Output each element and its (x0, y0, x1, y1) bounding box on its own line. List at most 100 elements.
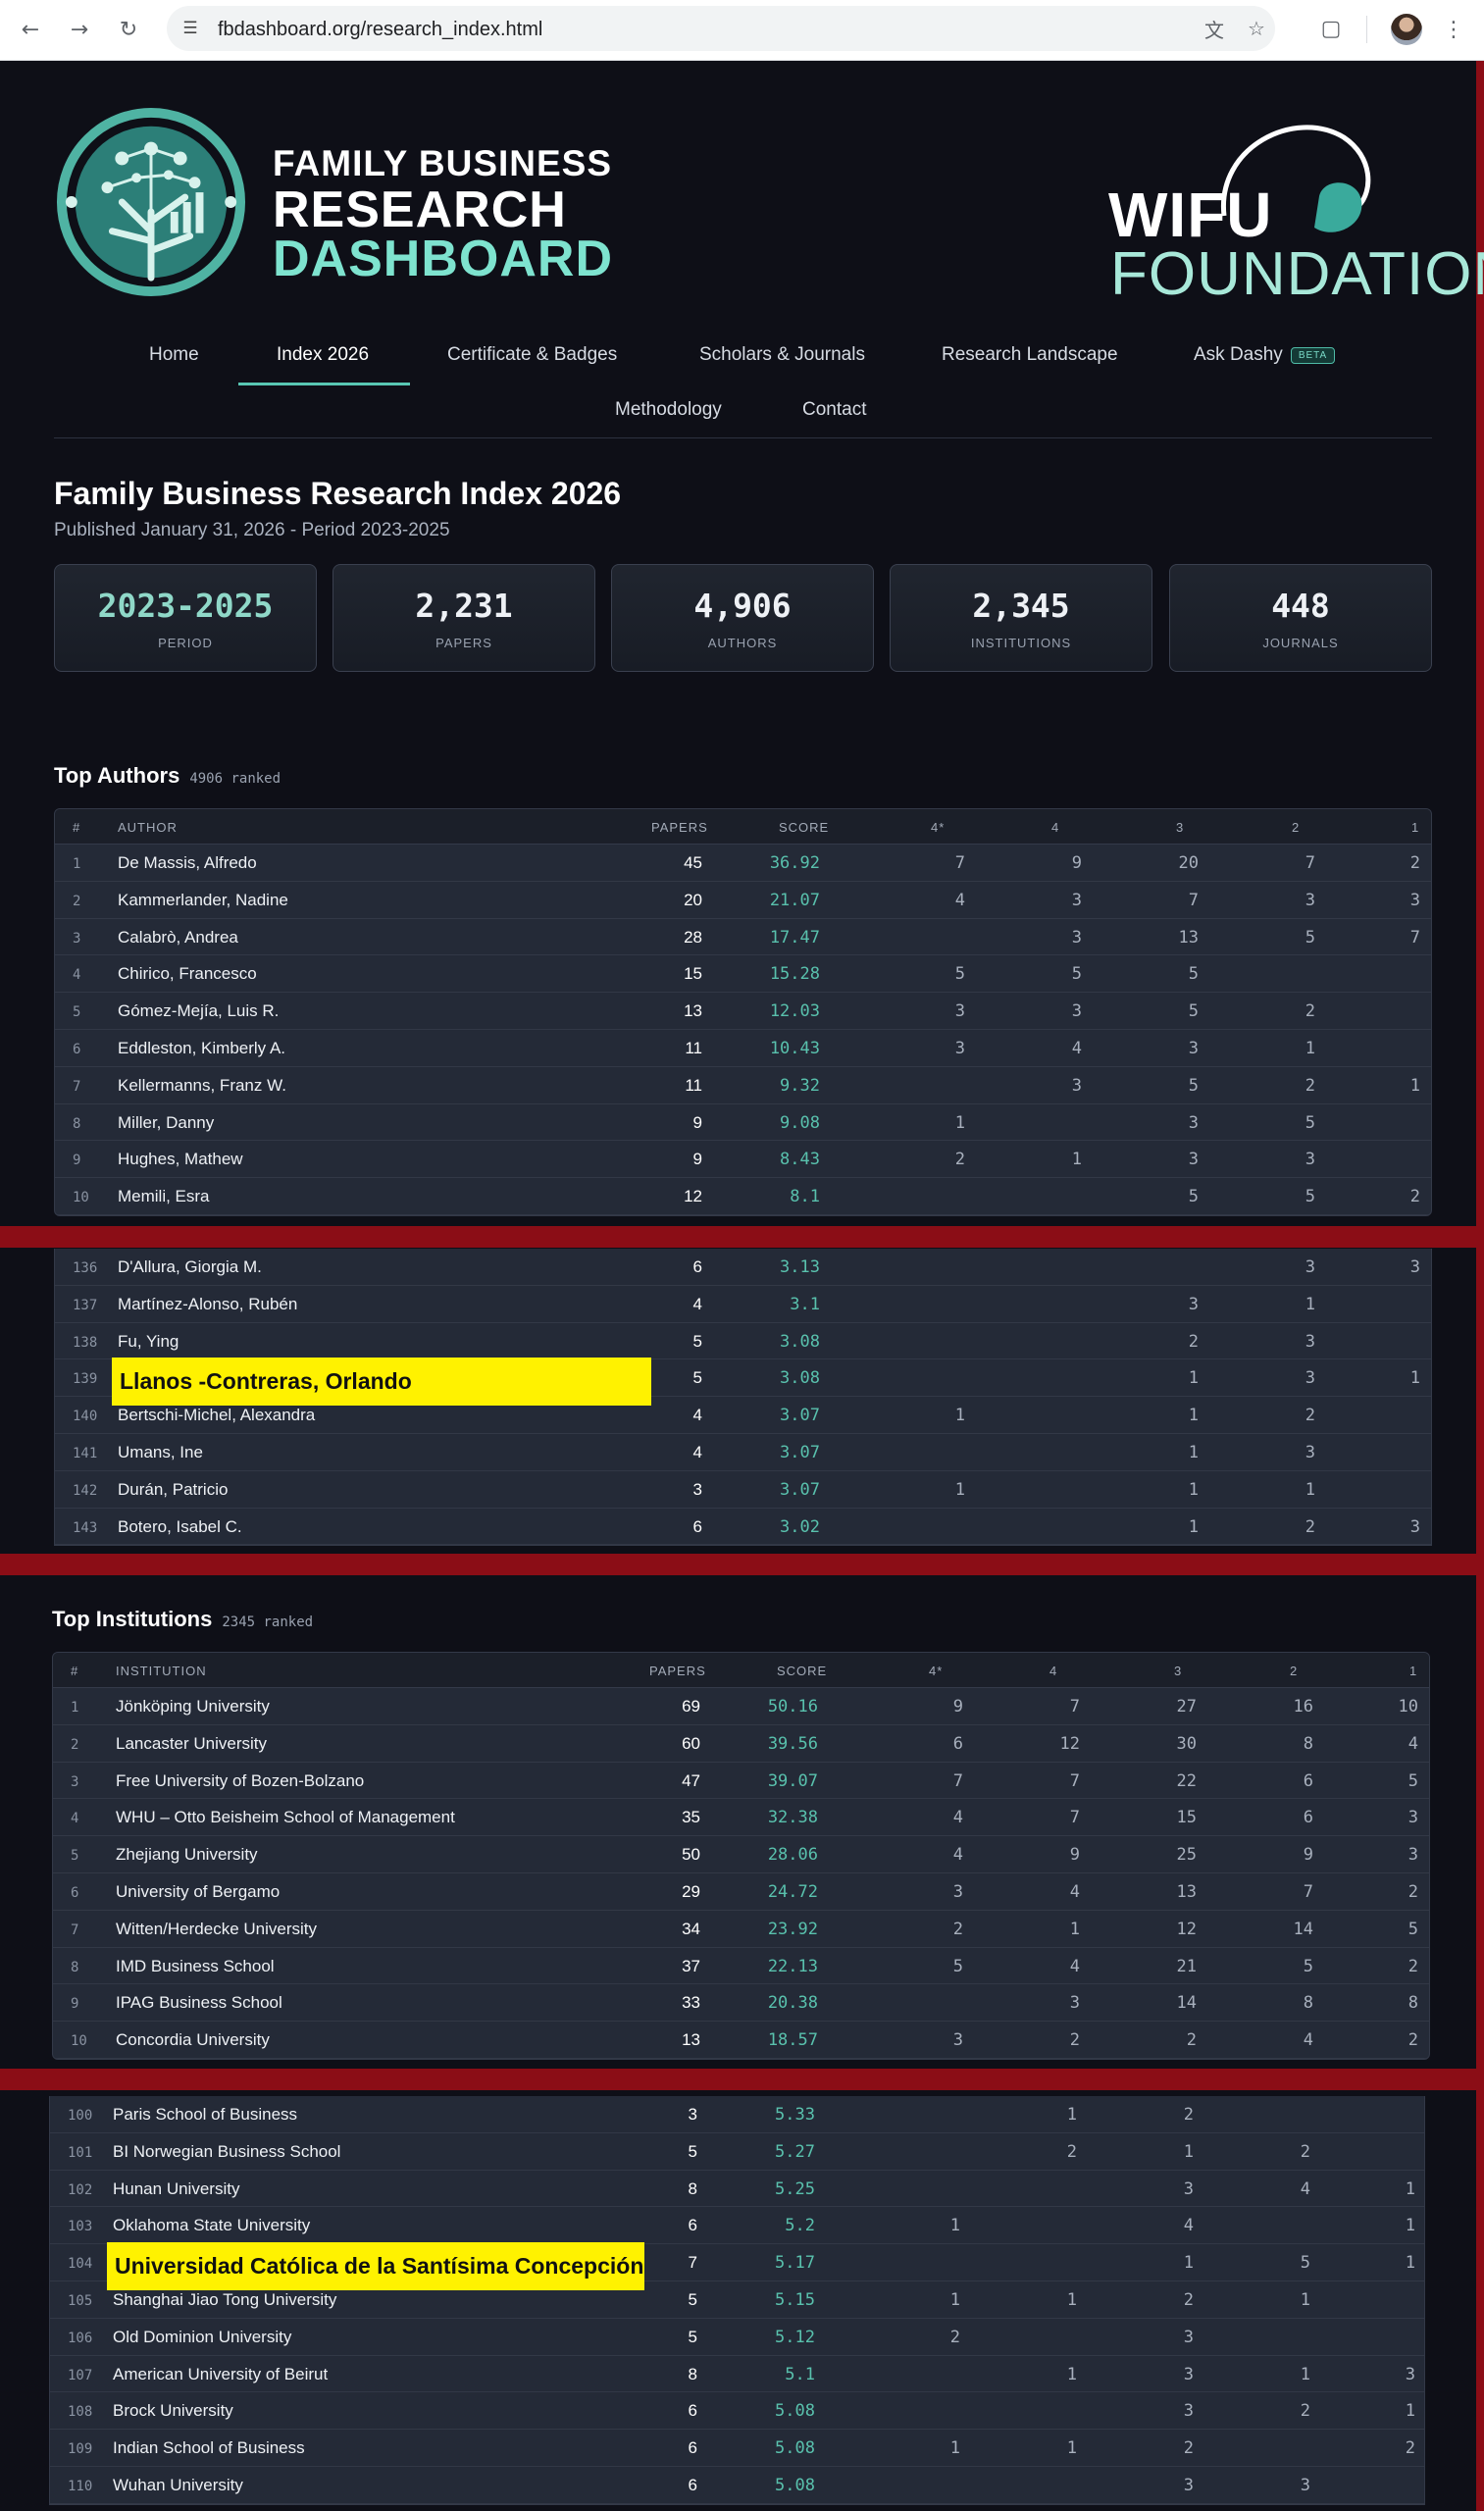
table-row[interactable]: 103 Oklahoma State University 6 5.2 1 4 1 (50, 2207, 1424, 2245)
nav-certificate-badges[interactable]: Certificate & Badges (447, 344, 617, 366)
column-header-tier-3[interactable]: 3 (1176, 820, 1184, 835)
cell-name[interactable]: Umans, Ine (118, 1443, 203, 1462)
cell-name[interactable]: Lancaster University (116, 1734, 267, 1754)
cell-name[interactable]: Gómez-Mejía, Luis R. (118, 1001, 279, 1021)
cell-name[interactable]: Old Dominion University (113, 2328, 291, 2347)
table-row[interactable]: 10 Memili, Esra 12 8.1 5 5 2 (55, 1178, 1431, 1215)
cell-name[interactable]: Wuhan University (113, 2476, 243, 2495)
cell-name[interactable]: Hunan University (113, 2179, 239, 2199)
url-text[interactable]: fbdashboard.org/research_index.html (218, 19, 542, 41)
site-settings-icon[interactable]: ☰ (179, 17, 202, 40)
table-row[interactable]: 9 Hughes, Mathew 9 8.43 2 1 3 3 (55, 1141, 1431, 1179)
nav-home[interactable]: Home (149, 344, 199, 366)
cell-name[interactable]: Memili, Esra (118, 1187, 210, 1206)
cell-name[interactable]: Kammerlander, Nadine (118, 891, 288, 910)
cell-name[interactable]: Eddleston, Kimberly A. (118, 1039, 285, 1058)
table-row[interactable]: 138 Fu, Ying 5 3.08 2 3 (55, 1323, 1431, 1360)
table-row[interactable]: 2 Lancaster University 60 39.56 6 12 30 8 4 (53, 1725, 1429, 1763)
table-row[interactable]: 106 Old Dominion University 5 5.12 2 3 (50, 2319, 1424, 2356)
table-row[interactable]: 136 D'Allura, Giorgia M. 6 3.13 3 3 (55, 1249, 1431, 1286)
cell-name[interactable]: Witten/Herdecke University (116, 1920, 317, 1939)
reload-icon[interactable]: ↻ (112, 13, 145, 46)
column-header-papers[interactable]: PAPERS (651, 820, 708, 835)
column-header-tier-3[interactable]: 3 (1174, 1664, 1182, 1678)
column-header-tier-2[interactable]: 2 (1292, 820, 1300, 835)
table-row[interactable]: 143 Botero, Isabel C. 6 3.02 1 2 3 (55, 1509, 1431, 1546)
bookmark-star-icon[interactable]: ☆ (1244, 16, 1269, 41)
column-header-score[interactable]: SCORE (779, 820, 829, 835)
table-row[interactable]: 3 Calabrò, Andrea 28 17.47 3 13 5 7 (55, 919, 1431, 956)
cell-name[interactable]: IMD Business School (116, 1957, 275, 1976)
column-header-tier-4star[interactable]: 4* (931, 820, 945, 835)
table-row[interactable]: 6 University of Bergamo 29 24.72 3 4 13 7 2 (53, 1873, 1429, 1911)
table-row[interactable]: 5 Zhejiang University 50 28.06 4 9 25 9 3 (53, 1836, 1429, 1873)
back-arrow-icon[interactable]: ← (14, 13, 47, 46)
table-row[interactable]: 8 Miller, Danny 9 9.08 1 3 5 (55, 1104, 1431, 1142)
more-menu-icon[interactable]: ⋮ (1442, 14, 1465, 45)
table-row[interactable]: 7 Witten/Herdecke University 34 23.92 2 1 12 14… (53, 1911, 1429, 1948)
table-row[interactable]: 9 IPAG Business School 33 20.38 3 14 8 8 (53, 1984, 1429, 2023)
table-row[interactable]: 140 Bertschi-Michel, Alexandra 4 3.07 1 1 2 (55, 1397, 1431, 1434)
column-header-tier-4star[interactable]: 4* (929, 1664, 943, 1678)
nav-index-2026[interactable]: Index 2026 (277, 344, 369, 366)
cell-name[interactable]: Paris School of Business (113, 2105, 297, 2125)
cell-name[interactable]: IPAG Business School (116, 1993, 282, 2013)
cell-name[interactable]: Shanghai Jiao Tong University (113, 2290, 336, 2310)
table-row[interactable]: 108 Brock University 6 5.08 3 2 1 (50, 2392, 1424, 2431)
cell-name[interactable]: American University of Beirut (113, 2365, 328, 2384)
table-row[interactable]: 142 Durán, Patricio 3 3.07 1 1 1 (55, 1471, 1431, 1509)
table-row[interactable]: 8 IMD Business School 37 22.13 5 4 21 5 2 (53, 1948, 1429, 1985)
cell-name[interactable]: Botero, Isabel C. (118, 1517, 242, 1537)
table-row[interactable]: 102 Hunan University 8 5.25 3 4 1 (50, 2171, 1424, 2208)
table-row[interactable]: 105 Shanghai Jiao Tong University 5 5.15 1 1 2… (50, 2281, 1424, 2319)
cell-name[interactable]: Chirico, Francesco (118, 964, 257, 984)
column-header-papers[interactable]: PAPERS (649, 1664, 706, 1678)
column-header-tier-2[interactable]: 2 (1290, 1664, 1298, 1678)
table-row[interactable]: 1 De Massis, Alfredo 45 36.92 7 9 20 7 2 (55, 845, 1431, 882)
column-header-tier-4[interactable]: 4 (1049, 1664, 1057, 1678)
profile-avatar[interactable] (1391, 14, 1422, 45)
cell-name[interactable]: Calabrò, Andrea (118, 928, 238, 948)
cell-name[interactable]: Bertschi-Michel, Alexandra (118, 1406, 315, 1425)
cell-name[interactable]: BI Norwegian Business School (113, 2142, 340, 2162)
table-row[interactable]: 107 American University of Beirut 8 5.1 1 3 1 3 (50, 2356, 1424, 2393)
cell-name[interactable]: WHU – Otto Beisheim School of Management (116, 1808, 455, 1827)
cell-name[interactable]: Concordia University (116, 2030, 270, 2050)
column-header-tier-4[interactable]: 4 (1051, 820, 1059, 835)
cell-name[interactable]: Miller, Danny (118, 1113, 214, 1133)
cell-name[interactable]: Free University of Bozen-Bolzano (116, 1771, 364, 1791)
cell-name[interactable]: Indian School of Business (113, 2438, 305, 2458)
cell-name[interactable]: Fu, Ying (118, 1332, 179, 1352)
table-row[interactable]: 139 Llanos -Contreras, Orlando 5 3.08 1 3 1 (55, 1358, 1431, 1407)
table-row[interactable]: 110 Wuhan University 6 5.08 3 3 (50, 2467, 1424, 2504)
table-row[interactable]: 137 Martínez-Alonso, Rubén 4 3.1 3 1 (55, 1286, 1431, 1323)
table-row[interactable]: 104 Universidad Católica de la Santísima … (50, 2242, 1424, 2291)
cell-name[interactable]: Kellermanns, Franz W. (118, 1076, 286, 1096)
wifu-foundation-logo[interactable]: WIFU FOUNDATION (1108, 108, 1484, 308)
column-header-tier-1[interactable]: 1 (1411, 820, 1419, 835)
cell-name[interactable]: Brock University (113, 2401, 233, 2421)
cell-name[interactable]: Zhejiang University (116, 1845, 258, 1865)
cell-name[interactable]: Jönköping University (116, 1697, 270, 1717)
table-row[interactable]: 1 Jönköping University 69 50.16 9 7 27 16 10 (53, 1688, 1429, 1725)
cell-name[interactable]: D'Allura, Giorgia M. (118, 1257, 262, 1277)
translate-icon[interactable]: 文 (1202, 16, 1227, 42)
cell-name[interactable]: Martínez-Alonso, Rubén (118, 1295, 297, 1314)
table-row[interactable]: 4 WHU – Otto Beisheim School of Managemen… (53, 1799, 1429, 1837)
column-header-rank[interactable]: # (73, 820, 80, 835)
cell-name[interactable]: University of Bergamo (116, 1882, 280, 1902)
nav-research-landscape[interactable]: Research Landscape (942, 344, 1118, 366)
nav-contact[interactable]: Contact (802, 399, 866, 421)
column-header-name[interactable]: AUTHOR (118, 820, 178, 835)
table-row[interactable]: 5 Gómez-Mejía, Luis R. 13 12.03 3 3 5 2 (55, 993, 1431, 1030)
table-row[interactable]: 109 Indian School of Business 6 5.08 1 1 2 2 (50, 2430, 1424, 2467)
table-row[interactable]: 2 Kammerlander, Nadine 20 21.07 4 3 7 3 3 (55, 882, 1431, 919)
table-row[interactable]: 100 Paris School of Business 3 5.33 1 2 (50, 2096, 1424, 2133)
extensions-icon[interactable]: ▢ (1316, 14, 1346, 43)
cell-name[interactable]: De Massis, Alfredo (118, 853, 257, 873)
column-header-rank[interactable]: # (71, 1664, 78, 1678)
column-header-score[interactable]: SCORE (777, 1664, 827, 1678)
table-row[interactable]: 6 Eddleston, Kimberly A. 11 10.43 3 4 3 1 (55, 1030, 1431, 1067)
table-row[interactable]: 7 Kellermanns, Franz W. 11 9.32 3 5 2 1 (55, 1067, 1431, 1104)
forward-arrow-icon[interactable]: → (63, 13, 96, 46)
